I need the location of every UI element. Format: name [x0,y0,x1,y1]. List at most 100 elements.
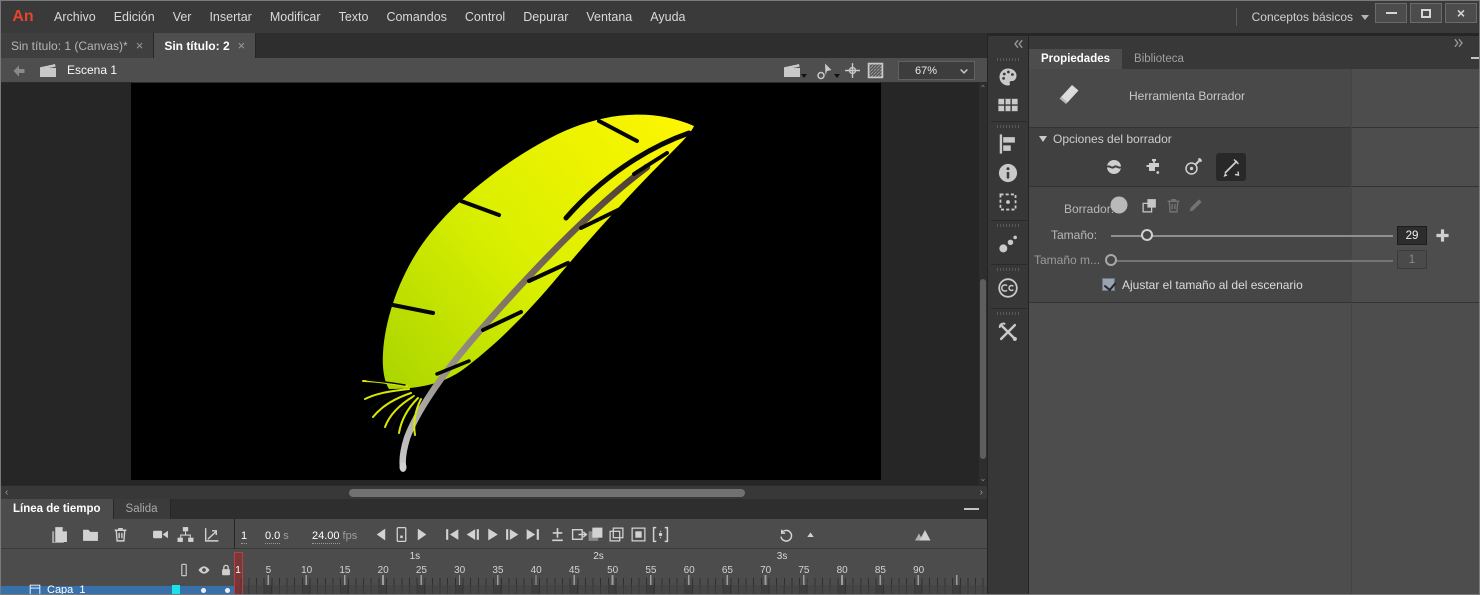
stage[interactable] [131,83,881,480]
horizontal-scrollbar[interactable]: ‹ › [1,485,987,499]
dock-grip[interactable] [997,268,1019,271]
color-panel-button[interactable] [995,64,1021,90]
menu-item-ver[interactable]: Ver [164,10,201,24]
dock-grip[interactable] [997,312,1019,315]
center-stage-button[interactable] [844,62,861,79]
cc-libraries-panel-button[interactable] [995,275,1021,301]
zoom-out-frames-icon[interactable] [804,526,817,543]
delete-layer-button[interactable] [112,526,129,543]
tamano-slider-track[interactable] [1111,235,1393,237]
options-section-title[interactable]: Opciones del borrador [1053,132,1172,146]
zoom-dropdown-button[interactable] [953,61,975,80]
center-frame-button[interactable] [393,526,410,543]
modify-markers-icon[interactable] [652,526,669,543]
menu-item-comandos[interactable]: Comandos [377,10,455,24]
duplicate-shape-icon[interactable] [1141,197,1158,214]
onion-skin-icon[interactable] [587,526,604,543]
expand-chevrons-icon[interactable] [1453,37,1465,47]
back-arrow-icon[interactable] [11,63,27,79]
close-icon[interactable]: × [136,38,144,53]
camera-column-icon[interactable] [177,563,191,577]
brush-shape-circle-icon[interactable] [1109,195,1129,215]
info-panel-button[interactable] [995,160,1021,186]
menu-item-depurar[interactable]: Depurar [514,10,577,24]
frames-grid[interactable] [234,585,987,595]
graph-view-button[interactable] [203,526,220,543]
current-frame-counter[interactable]: 1 [241,530,247,542]
loop-step-forward-icon[interactable] [413,526,430,543]
last-frame-button[interactable] [524,526,541,543]
align-panel-button[interactable] [995,131,1021,157]
section-collapse-icon[interactable] [1039,136,1047,142]
zoom-in-frames-icon[interactable] [914,526,934,543]
add-size-icon[interactable] [1435,228,1450,243]
collapse-chevrons-icon[interactable] [1012,38,1024,48]
tamano-value-input[interactable]: 29 [1397,226,1427,245]
scroll-left-icon[interactable]: ‹ [5,487,8,499]
lock-all-layers-icon[interactable] [219,563,233,577]
onion-skin-outlines-icon[interactable] [608,526,625,543]
transform-panel-button[interactable] [995,189,1021,215]
parenting-view-button[interactable] [177,526,194,543]
play-button[interactable] [484,526,501,543]
new-folder-button[interactable] [82,526,99,543]
frame-rate-counter[interactable]: 24.00fps [312,530,357,542]
faucet-button[interactable] [1139,153,1169,181]
minimize-button[interactable] [1375,3,1407,23]
first-frame-button[interactable] [444,526,461,543]
vertical-scroll-thumb[interactable] [980,279,986,459]
tab-salida[interactable]: Salida [114,499,171,519]
edit-scene-button[interactable] [783,62,801,78]
new-layer-button[interactable] [51,526,68,543]
pasteboard[interactable] [1,83,979,485]
show-hide-all-layers-icon[interactable] [197,563,211,577]
tab-línea-de-tiempo[interactable]: Línea de tiempo [1,499,114,519]
close-icon[interactable]: × [238,38,246,53]
camera-button[interactable] [152,526,169,543]
swatches-panel-button[interactable] [995,92,1021,118]
menu-item-texto[interactable]: Texto [330,10,378,24]
tab-biblioteca[interactable]: Biblioteca [1122,49,1196,69]
maximize-button[interactable] [1410,3,1442,23]
reset-timeline-zoom-icon[interactable] [778,526,795,543]
scroll-right-icon[interactable]: › [980,487,983,499]
close-button[interactable]: × [1445,3,1477,23]
menu-item-ayuda[interactable]: Ayuda [641,10,694,24]
edit-multiple-frames-icon[interactable] [630,526,647,543]
dock-grip[interactable] [997,58,1019,61]
menu-item-archivo[interactable]: Archivo [45,10,105,24]
tamano-slider-handle[interactable] [1141,229,1153,241]
layer-row[interactable]: Capa_1 [1,586,234,595]
insert-keyframe-icon[interactable] [549,526,566,543]
layer-visible-dot[interactable] [201,588,206,593]
edit-symbols-button[interactable] [816,62,834,79]
tab-propiedades[interactable]: Propiedades [1029,49,1122,69]
menu-item-control[interactable]: Control [456,10,514,24]
menu-item-insertar[interactable]: Insertar [200,10,260,24]
export-frame-icon[interactable] [571,526,588,543]
next-frame-button[interactable] [504,526,521,543]
ajustar-checkbox[interactable] [1102,278,1115,291]
elapsed-time-counter[interactable]: 0.0s [265,530,289,542]
erase-fills-button[interactable] [1178,153,1208,181]
brush-library-panel-button[interactable] [995,231,1021,257]
document-tab-1[interactable]: Sin título: 1 (Canvas)*× [1,33,154,58]
menu-item-ventana[interactable]: Ventana [577,10,641,24]
layer-lock-dot[interactable] [225,588,230,593]
tamano-min-slider-track[interactable] [1111,260,1393,262]
menu-item-modificar[interactable]: Modificar [261,10,330,24]
menu-item-edicion[interactable]: Edición [105,10,164,24]
loop-step-back-icon[interactable] [373,526,390,543]
clip-content-button[interactable] [867,62,884,79]
scroll-down-icon[interactable]: ⌄ [979,475,987,483]
erase-selected-button[interactable] [1216,153,1246,181]
dock-grip[interactable] [997,125,1019,128]
tamano-min-slider-handle[interactable] [1105,254,1117,266]
tools-panel-button[interactable] [995,319,1021,345]
dock-grip[interactable] [997,224,1019,227]
scroll-up-icon[interactable]: ⌃ [979,85,987,93]
previous-frame-button[interactable] [464,526,481,543]
vertical-scrollbar[interactable]: ⌃ ⌄ [979,83,987,485]
document-tab-2[interactable]: Sin título: 2× [154,33,256,58]
erase-mode-button[interactable] [1099,153,1129,181]
